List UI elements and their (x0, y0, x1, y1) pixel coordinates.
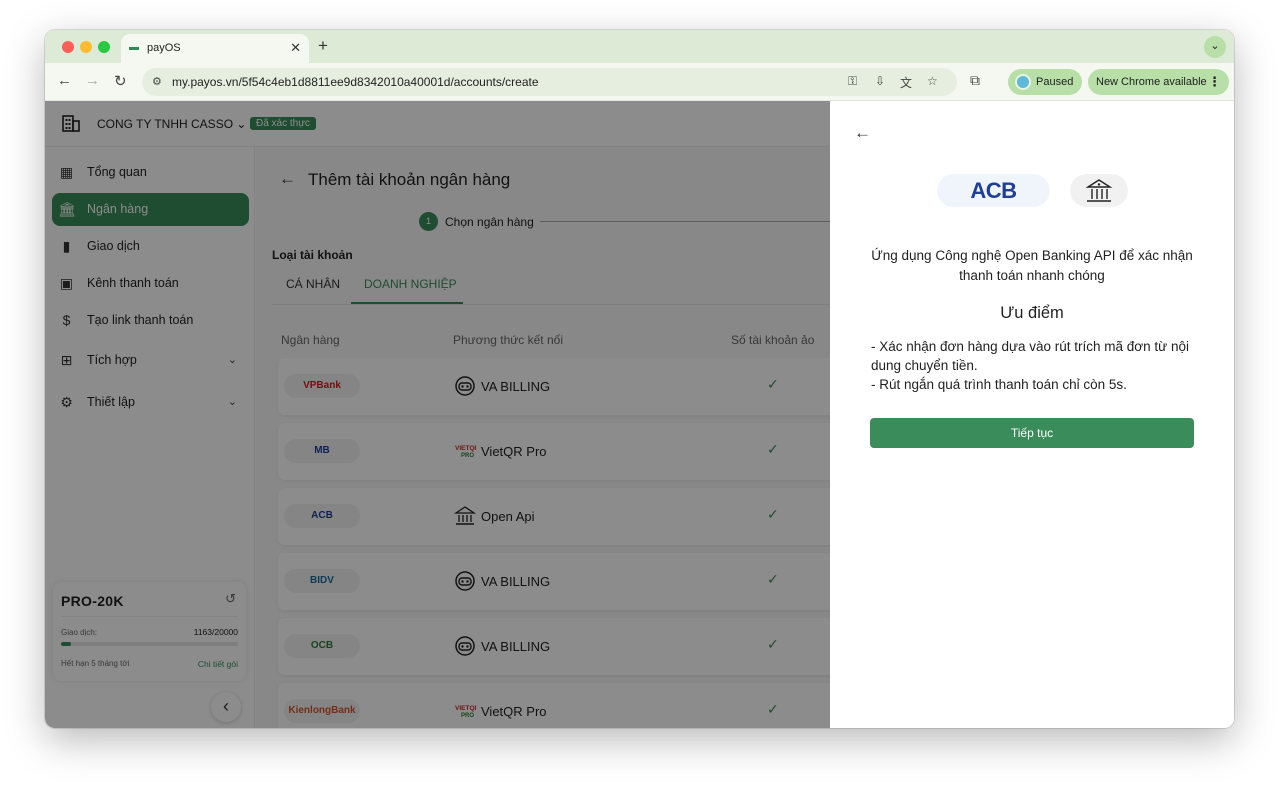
address-bar[interactable]: ⚙ my.payos.vn/5f54c4eb1d8811ee9d8342010a… (142, 68, 957, 96)
profile-avatar (1015, 74, 1031, 90)
close-window-button[interactable] (62, 41, 74, 53)
tab-search-icon[interactable]: ⌄ (1204, 36, 1226, 58)
forward-arrow-icon[interactable]: → (85, 72, 100, 89)
browser-window: ▬ payOS ✕ + ⌄ ← → ↻ ⚙ my.payos.vn/5f54c4… (45, 30, 1234, 728)
profile-paused-button[interactable]: Paused (1008, 69, 1082, 95)
modal-backdrop[interactable] (45, 101, 830, 728)
chrome-update-button[interactable]: New Chrome available ⋮ (1088, 69, 1229, 95)
advantages-heading: Ưu điểm (1000, 304, 1064, 322)
tab-close-icon[interactable]: ✕ (290, 40, 301, 56)
minimize-window-button[interactable] (80, 41, 92, 53)
tab-title: payOS (147, 42, 181, 54)
page-content: CONG TY TNHH CASSO ⌄ Đã xác thực ▦ Tổng … (45, 101, 1234, 728)
browser-tab[interactable]: ▬ payOS ✕ (121, 34, 309, 63)
translate-icon[interactable]: 文 (900, 74, 912, 91)
url-text[interactable]: my.payos.vn/5f54c4eb1d8811ee9d8342010a40… (172, 75, 539, 89)
bank-building-icon (1070, 174, 1128, 207)
maximize-window-button[interactable] (98, 41, 110, 53)
extensions-puzzle-icon[interactable]: ⧉ (970, 72, 980, 89)
continue-button[interactable]: Tiếp tục (870, 418, 1194, 448)
acb-logo: ACB (937, 174, 1050, 207)
advantage-point: - Rút ngắn quá trình thanh toán chỉ còn … (871, 377, 1127, 392)
reload-icon[interactable]: ↻ (114, 72, 127, 90)
chrome-update-label: New Chrome available (1096, 76, 1207, 88)
password-key-icon[interactable]: ⚿ (848, 74, 857, 89)
browser-toolbar: ← → ↻ ⚙ my.payos.vn/5f54c4eb1d8811ee9d83… (45, 63, 1234, 101)
install-app-icon[interactable]: ⇩ (875, 74, 885, 88)
tab-strip: ▬ payOS ✕ + ⌄ (45, 30, 1234, 63)
more-menu-icon[interactable]: ⋮ (1208, 74, 1221, 90)
bookmark-star-icon[interactable]: ☆ (927, 74, 938, 88)
panel-description: Ứng dụng Công nghệ Open Banking API để x… (871, 248, 1193, 283)
new-tab-icon[interactable]: + (318, 36, 328, 56)
payos-favicon-icon: ▬ (129, 42, 139, 53)
back-arrow-icon[interactable]: ← (57, 72, 72, 89)
back-arrow-icon[interactable]: ← (854, 123, 871, 143)
bank-detail-panel: ← ACB Ứng dụng Công nghệ Open Banking AP… (830, 101, 1234, 728)
site-info-icon[interactable]: ⚙ (152, 75, 162, 88)
advantage-point: - Xác nhận đơn hàng dựa vào rút trích mã… (871, 339, 1189, 373)
profile-status: Paused (1036, 76, 1074, 88)
